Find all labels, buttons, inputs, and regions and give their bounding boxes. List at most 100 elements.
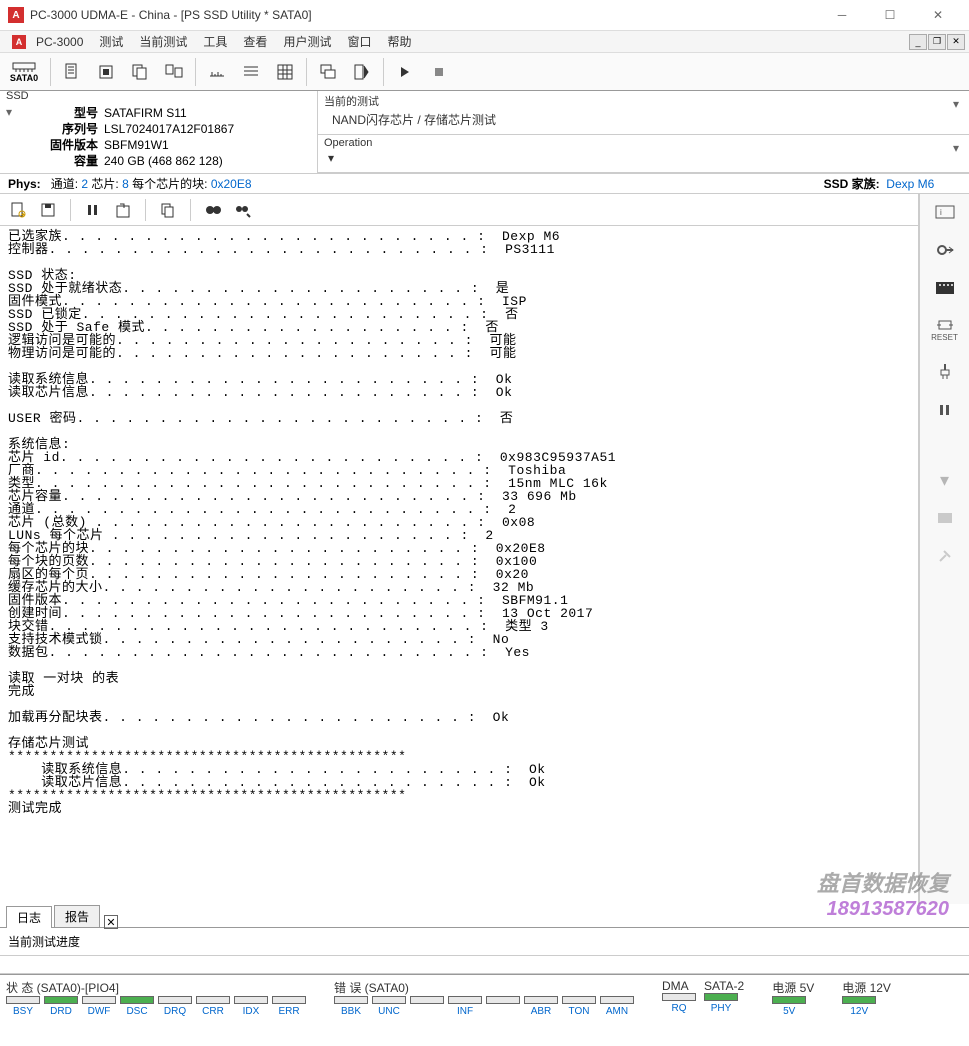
tb-stop-button[interactable] — [424, 57, 454, 87]
sata-port-button[interactable]: SATA0 — [4, 57, 44, 87]
menu-window[interactable]: 窗口 — [339, 31, 379, 52]
led-label: BBK — [341, 1006, 361, 1017]
chips-label: 芯片: — [91, 175, 118, 192]
operation-panel: Operation ▾ ▾ — [318, 135, 969, 173]
tb-compare-button[interactable] — [159, 57, 189, 87]
progress-label: 当前测试进度 — [8, 933, 80, 950]
current-test-dropdown[interactable]: ▾ — [953, 97, 959, 111]
lt-copy-button[interactable] — [156, 198, 180, 222]
led-box — [6, 996, 40, 1004]
menu-user-test[interactable]: 用户测试 — [275, 31, 339, 52]
led-label: PHY — [711, 1003, 732, 1014]
side-down-button[interactable]: ▾ — [931, 468, 959, 492]
tools-icon — [936, 547, 954, 565]
led-ABR: ABR — [524, 996, 558, 1017]
stop-icon — [432, 65, 446, 79]
model-label: 型号 — [42, 105, 98, 121]
log-content[interactable]: 已选家族. . . . . . . . . . . . . . . . . . … — [0, 226, 918, 904]
led-RQ: RQ — [662, 993, 696, 1014]
led-box — [524, 996, 558, 1004]
mdi-close-button[interactable]: ✕ — [947, 34, 965, 50]
led-box — [842, 996, 876, 1004]
chip-icon — [96, 62, 116, 82]
new-doc-icon: ✦ — [9, 201, 27, 219]
minimize-button[interactable]: ─ — [819, 0, 865, 30]
led-AMN: AMN — [600, 996, 634, 1017]
led-blank — [410, 996, 444, 1017]
menu-view[interactable]: 查看 — [235, 31, 275, 52]
status-hdr-4: SATA-2 — [704, 979, 744, 993]
tb-grid-button[interactable] — [270, 57, 300, 87]
led-box — [772, 996, 806, 1004]
close-button[interactable]: ✕ — [915, 0, 961, 30]
lt-find-next-button[interactable] — [231, 198, 255, 222]
led-box — [448, 996, 482, 1004]
side-tools-button[interactable] — [931, 544, 959, 568]
led-label: DRD — [50, 1006, 72, 1017]
side-pause-button[interactable] — [931, 398, 959, 422]
lt-find-button[interactable] — [201, 198, 225, 222]
tb-ruler-button[interactable] — [202, 57, 232, 87]
led-CRR: CRR — [196, 996, 230, 1017]
tb-play-button[interactable] — [390, 57, 420, 87]
lt-new-button[interactable]: ✦ — [6, 198, 30, 222]
tab-close-button[interactable]: ✕ — [104, 915, 118, 929]
menu-current-test[interactable]: 当前测试 — [131, 31, 195, 52]
menu-help[interactable]: 帮助 — [379, 31, 419, 52]
led-blank — [486, 996, 520, 1017]
progress-bar-area — [0, 956, 969, 974]
led-label: ERR — [278, 1006, 299, 1017]
ssd-dropdown-arrow[interactable]: ▾ — [6, 105, 12, 119]
led-PHY: PHY — [704, 993, 738, 1014]
status-section: 状 态 (SATA0)-[PIO4] BSYDRDDWFDSCDRQCRRIDX… — [0, 974, 969, 1023]
led-box — [120, 996, 154, 1004]
side-board-button[interactable] — [931, 276, 959, 300]
tb-document-button[interactable] — [57, 57, 87, 87]
led-label: DRQ — [164, 1006, 186, 1017]
title-bar: A PC-3000 UDMA-E - China - [PS SSD Utili… — [0, 0, 969, 31]
tb-list-button[interactable] — [236, 57, 266, 87]
tb-chip-button[interactable] — [91, 57, 121, 87]
led-box — [234, 996, 268, 1004]
lt-pause-button[interactable] — [81, 198, 105, 222]
side-chip2-button[interactable] — [931, 506, 959, 530]
lt-save-button[interactable] — [36, 198, 60, 222]
led-box — [410, 996, 444, 1004]
list-icon — [241, 62, 261, 82]
tabs-row: 日志 报告 ✕ — [0, 904, 969, 928]
side-chip-button[interactable]: i — [931, 200, 959, 224]
tab-log[interactable]: 日志 — [6, 906, 52, 928]
operation-dropdown[interactable]: ▾ — [953, 141, 959, 155]
reset-icon — [935, 319, 955, 333]
led-UNC: UNC — [372, 996, 406, 1017]
menu-tools[interactable]: 工具 — [195, 31, 235, 52]
maximize-button[interactable]: ☐ — [867, 0, 913, 30]
led-DRQ: DRQ — [158, 996, 192, 1017]
pause-icon — [86, 203, 100, 217]
blocks-label: 每个芯片的块: — [132, 175, 207, 192]
window-title: PC-3000 UDMA-E - China - [PS SSD Utility… — [30, 8, 819, 22]
led-BSY: BSY — [6, 996, 40, 1017]
sata-port-label: SATA0 — [10, 73, 38, 83]
tb-copy-button[interactable] — [125, 57, 155, 87]
led-DSC: DSC — [120, 996, 154, 1017]
chip2-icon — [935, 511, 955, 525]
tab-report[interactable]: 报告 — [54, 905, 100, 927]
windows-icon — [318, 62, 338, 82]
led-BBK: BBK — [334, 996, 368, 1017]
side-pin-button[interactable] — [931, 238, 959, 262]
tb-exit-button[interactable] — [347, 57, 377, 87]
lt-save-as-button[interactable] — [111, 198, 135, 222]
menu-app[interactable]: A PC-3000 — [4, 33, 91, 51]
tb-windows-button[interactable] — [313, 57, 343, 87]
mdi-restore-button[interactable]: ❐ — [928, 34, 946, 50]
side-power-button[interactable] — [931, 360, 959, 384]
status-group-3: DMA RQ — [662, 979, 696, 1014]
compare-icon — [164, 62, 184, 82]
led-box — [600, 996, 634, 1004]
menu-test[interactable]: 测试 — [91, 31, 131, 52]
copy-icon — [130, 62, 150, 82]
side-reset-button[interactable]: RESET — [931, 314, 959, 346]
mdi-minimize-button[interactable]: _ — [909, 34, 927, 50]
status-hdr-3: DMA — [662, 979, 696, 993]
